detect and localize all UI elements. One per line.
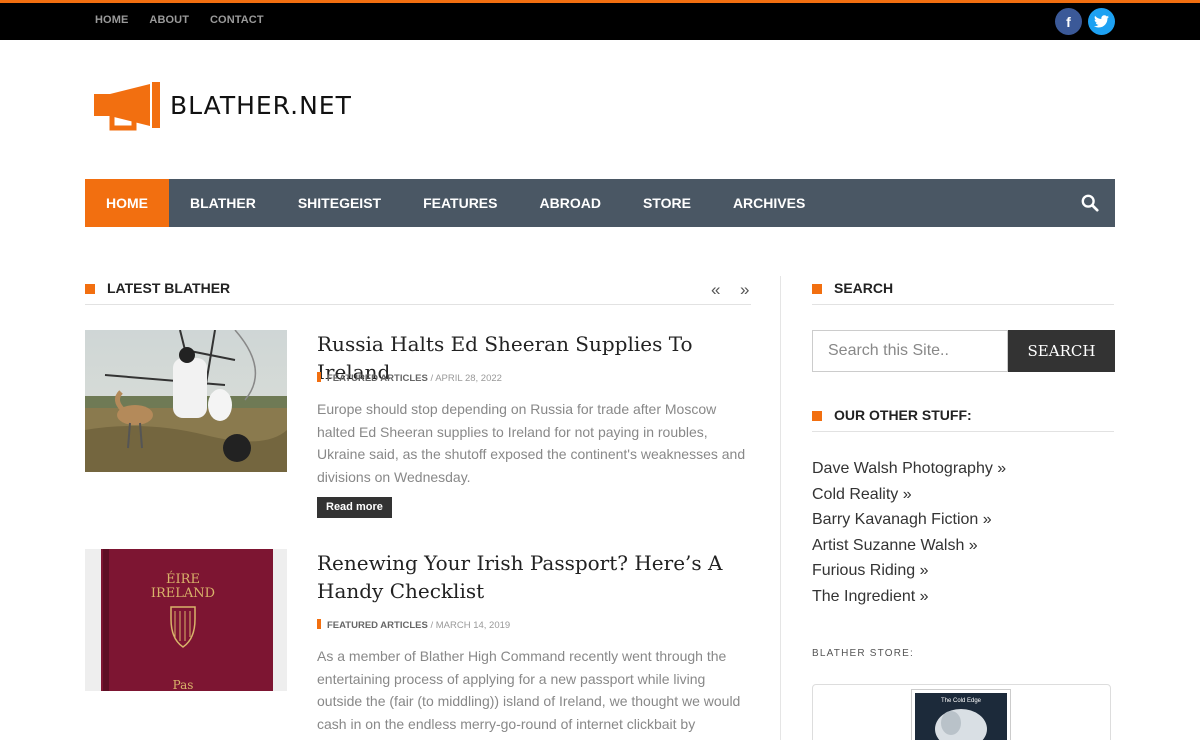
article-2-excerpt: As a member of Blather High Command rece… xyxy=(317,648,741,732)
top-nav-about[interactable]: ABOUT xyxy=(149,14,189,26)
article-2-title[interactable]: Renewing Your Irish Passport? Here’s A H… xyxy=(317,549,737,605)
latest-heading: LATEST BLATHER xyxy=(85,279,751,305)
main-nav-home[interactable]: HOME xyxy=(85,179,169,227)
main-nav-archives[interactable]: ARCHIVES xyxy=(712,179,826,227)
category-marker xyxy=(317,372,321,382)
article-1-meta: FEATURED ARTICLES / APRIL 28, 2022 xyxy=(317,372,502,384)
article-2-thumbnail[interactable]: ÉIRE IRELAND Pas xyxy=(85,549,287,691)
passport-text-pas: Pas xyxy=(173,678,194,691)
column-divider xyxy=(780,276,781,740)
twitter-icon[interactable] xyxy=(1088,8,1115,35)
facebook-icon[interactable]: f xyxy=(1055,8,1082,35)
article-2-separator: / xyxy=(427,620,436,631)
link-cold-reality[interactable]: Cold Reality » xyxy=(812,484,1006,510)
main-nav-features[interactable]: FEATURES xyxy=(402,179,518,227)
link-the-ingredient[interactable]: The Ingredient » xyxy=(812,586,1006,612)
link-dave-walsh-photography[interactable]: Dave Walsh Photography » xyxy=(812,458,1006,484)
main-nav-blather[interactable]: BLATHER xyxy=(169,179,277,227)
passport-text-eire: ÉIRE xyxy=(166,571,200,587)
article-1-date: APRIL 28, 2022 xyxy=(435,373,502,384)
store-item-title: The Cold Edge xyxy=(941,698,982,704)
search-icon[interactable] xyxy=(1081,194,1099,212)
top-nav: HOME ABOUT CONTACT xyxy=(95,14,264,26)
article-1-category[interactable]: FEATURED ARTICLES xyxy=(327,373,428,384)
store-label: BLATHER STORE: xyxy=(812,648,915,659)
article-1-thumbnail[interactable] xyxy=(85,330,287,472)
heading-marker xyxy=(85,284,95,294)
read-more-button[interactable]: Read more xyxy=(317,497,392,518)
article-2-date: MARCH 14, 2019 xyxy=(435,620,511,631)
other-stuff-heading-label: OUR OTHER STUFF: xyxy=(834,407,972,423)
latest-heading-label: LATEST BLATHER xyxy=(107,280,231,296)
search-button[interactable]: SEARCH xyxy=(1008,330,1115,372)
store-product-image[interactable]: The Cold Edge xyxy=(911,689,1011,740)
logo-text: BLATHER.NET xyxy=(170,91,352,120)
search-heading-label: SEARCH xyxy=(834,280,894,296)
prev-arrow-icon[interactable]: « xyxy=(711,280,720,300)
category-marker xyxy=(317,619,321,629)
main-nav-shitegeist[interactable]: SHITEGEIST xyxy=(277,179,402,227)
top-nav-home[interactable]: HOME xyxy=(95,14,128,26)
search-heading: SEARCH xyxy=(812,279,1114,305)
main-nav: HOME BLATHER SHITEGEIST FEATURES ABROAD … xyxy=(85,179,1115,227)
passport-text-ireland: IRELAND xyxy=(151,586,215,601)
link-furious-riding[interactable]: Furious Riding » xyxy=(812,560,1006,586)
top-bar: HOME ABOUT CONTACT f xyxy=(0,0,1200,40)
article-2-category[interactable]: FEATURED ARTICLES xyxy=(327,620,428,631)
article-2-meta: FEATURED ARTICLES / MARCH 14, 2019 xyxy=(317,619,510,631)
top-nav-contact[interactable]: CONTACT xyxy=(210,14,264,26)
other-stuff-heading: OUR OTHER STUFF: xyxy=(812,406,1114,432)
article-1-excerpt: Europe should stop depending on Russia f… xyxy=(317,401,746,485)
search-input[interactable]: Search this Site.. xyxy=(812,330,1008,372)
main-nav-store[interactable]: STORE xyxy=(622,179,712,227)
next-arrow-icon[interactable]: » xyxy=(740,280,749,300)
heading-marker xyxy=(812,411,822,421)
main-nav-abroad[interactable]: ABROAD xyxy=(519,179,622,227)
heading-marker xyxy=(812,284,822,294)
link-barry-kavanagh-fiction[interactable]: Barry Kavanagh Fiction » xyxy=(812,509,1006,535)
other-stuff-list: Dave Walsh Photography » Cold Reality » … xyxy=(812,458,1006,612)
site-logo[interactable]: BLATHER.NET xyxy=(92,80,351,132)
link-artist-suzanne-walsh[interactable]: Artist Suzanne Walsh » xyxy=(812,535,1006,561)
megaphone-icon xyxy=(94,82,160,131)
